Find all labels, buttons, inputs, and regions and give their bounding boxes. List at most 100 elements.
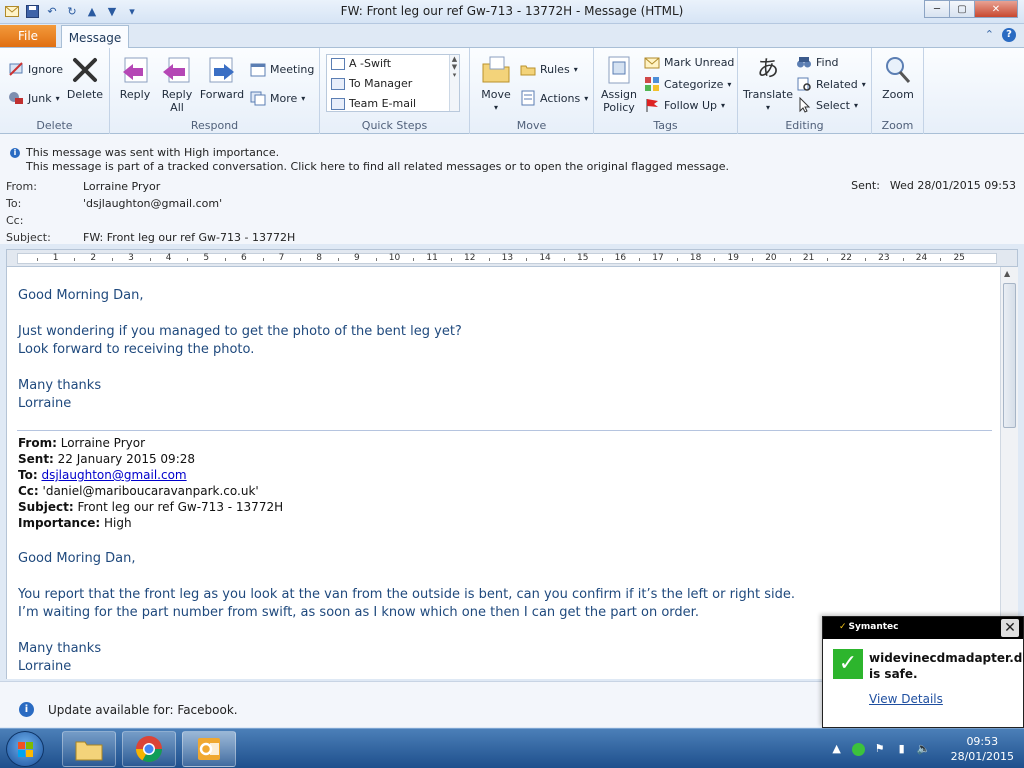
reply-all-button[interactable]: Reply All xyxy=(160,54,194,114)
help-icon[interactable]: ? xyxy=(1002,28,1016,42)
subject-row: Subject: FW: Front leg our ref Gw-713 - 1… xyxy=(6,231,296,244)
chrome-icon xyxy=(135,736,163,763)
rules-icon xyxy=(520,61,536,77)
quick-step-a-swift[interactable]: A -Swift xyxy=(331,57,391,70)
ruler-tick xyxy=(752,258,754,261)
ruler-tick xyxy=(714,258,716,261)
scrollbar-thumb[interactable] xyxy=(1003,283,1016,428)
cursor-icon xyxy=(796,96,812,113)
scroll-up-icon[interactable]: ▲ xyxy=(1004,269,1010,278)
ruler[interactable]: 1 2 3 4 5 6 7 8 9 10 11 12 13 14 15 16 17 18 19 20 21 22 23 24 2… xyxy=(6,249,1018,267)
junk-button[interactable]: Junk ▾ xyxy=(8,90,60,106)
network-icon[interactable]: ▮ xyxy=(895,742,909,756)
forward-icon xyxy=(206,54,238,86)
close-button[interactable]: ✕ xyxy=(974,0,1018,18)
ignore-button[interactable]: Ignore xyxy=(8,61,63,77)
maximize-button[interactable]: ▢ xyxy=(949,0,975,18)
move-group-label: Move xyxy=(516,119,547,132)
related-button[interactable]: Related ▾ xyxy=(796,76,866,92)
fwd-to-link[interactable]: dsjlaughton@gmail.com xyxy=(41,468,186,482)
system-tray: ▲ ⚑ ▮ 🔈 09:53 28/01/2015 xyxy=(830,729,1024,768)
ruler-tick xyxy=(488,258,490,261)
editing-group: あ Translate ▾ Find Related ▾ Select ▾ Edit… xyxy=(738,48,872,134)
respond-group: Reply Reply All Forward Meeting More ▾ Re… xyxy=(110,48,320,134)
translate-button[interactable]: あ Translate ▾ xyxy=(742,54,794,114)
fwd-cc: Cc: 'daniel@mariboucaravanpark.co.uk' xyxy=(18,484,259,498)
explorer-taskbar-button[interactable] xyxy=(62,731,116,767)
action-center-flag-icon[interactable]: ⚑ xyxy=(873,742,887,756)
zoom-button[interactable]: Zoom xyxy=(878,54,918,101)
volume-icon[interactable]: 🔈 xyxy=(917,742,931,756)
quick-steps-label: Quick Steps xyxy=(361,119,428,132)
info-icon: i xyxy=(10,148,20,158)
to-value[interactable]: 'dsjlaughton@gmail.com' xyxy=(83,197,222,210)
ruler-number: 23 xyxy=(878,253,890,263)
ruler-tick xyxy=(338,258,339,261)
rules-button[interactable]: Rules ▾ xyxy=(520,61,578,77)
tab-file[interactable]: File xyxy=(0,25,56,47)
ruler-tick xyxy=(262,258,264,261)
from-value[interactable]: Lorraine Pryor xyxy=(83,180,160,193)
importance-notice[interactable]: i This message was sent with High import… xyxy=(10,146,729,174)
signature-name: Lorraine xyxy=(18,396,72,411)
editing-group-label: Editing xyxy=(785,119,824,132)
forward-button[interactable]: Forward xyxy=(200,54,244,101)
start-button[interactable] xyxy=(6,731,44,767)
quick-step-to-manager[interactable]: To Manager xyxy=(331,77,412,90)
delete-icon xyxy=(69,54,101,86)
collapse-ribbon-icon[interactable]: ⌃ xyxy=(985,28,994,42)
mark-unread-button[interactable]: Mark Unread xyxy=(644,54,734,70)
ignore-icon xyxy=(8,61,24,77)
actions-button[interactable]: Actions ▾ xyxy=(520,90,588,106)
quick-steps-scrollbar[interactable]: ▲ ▼ ▾ xyxy=(449,55,459,111)
ruler-tick xyxy=(940,258,942,261)
ruler-tick xyxy=(149,258,151,261)
more-respond-button[interactable]: More ▾ xyxy=(250,90,305,106)
close-notification-button[interactable]: ✕ xyxy=(1001,619,1019,637)
categorize-button[interactable]: Categorize ▾ xyxy=(644,76,731,92)
policy-icon xyxy=(603,54,635,86)
more-icon xyxy=(250,90,266,106)
tab-message[interactable]: Message xyxy=(61,25,129,49)
follow-up-button[interactable]: Follow Up ▾ xyxy=(644,97,725,113)
title-bar: ↶ ↻ ▲ ▼ ▾ FW: Front leg our ref Gw-713 -… xyxy=(0,0,1024,24)
reply-button[interactable]: Reply xyxy=(118,54,152,101)
clock[interactable]: 09:53 28/01/2015 xyxy=(951,734,1014,764)
outlook-icon xyxy=(198,738,220,760)
checkmark-icon: ✓ xyxy=(833,649,863,679)
ruler-number: 6 xyxy=(241,253,247,263)
update-text[interactable]: Update available for: Facebook. xyxy=(48,703,238,717)
find-button[interactable]: Find xyxy=(796,54,839,70)
tracked-conversation-text[interactable]: This message is part of a tracked conver… xyxy=(26,160,729,174)
ruler-tick xyxy=(36,258,38,261)
move-button[interactable]: Move ▾ xyxy=(476,54,516,114)
ruler-tick xyxy=(526,258,528,261)
outlook-taskbar-button[interactable] xyxy=(182,731,236,767)
minimize-button[interactable]: ─ xyxy=(924,0,950,18)
delete-button[interactable]: Delete xyxy=(66,54,104,101)
ruler-tick xyxy=(225,258,227,261)
chrome-taskbar-button[interactable] xyxy=(122,731,176,767)
show-hidden-icons[interactable]: ▲ xyxy=(830,742,844,756)
quick-step-team-email[interactable]: Team E-mail xyxy=(331,97,416,110)
reply-all-icon xyxy=(161,54,193,86)
select-button[interactable]: Select ▾ xyxy=(796,96,858,113)
delete-group-label: Delete xyxy=(36,119,73,132)
zoom-group: Zoom Zoom xyxy=(872,48,924,134)
ruler-number: 20 xyxy=(765,253,777,263)
junk-icon xyxy=(8,90,24,106)
status-green-icon[interactable] xyxy=(851,742,865,756)
meeting-button[interactable]: Meeting xyxy=(250,61,314,77)
ruler-scale: 1 2 3 4 5 6 7 8 9 10 11 12 13 14 15 16 17 18 19 20 21 22 23 24 2… xyxy=(17,253,997,264)
view-details-link[interactable]: View Details xyxy=(869,692,943,706)
clock-time: 09:53 xyxy=(966,735,999,748)
move-group: Move ▾ Rules ▾ Actions ▾ Move xyxy=(470,48,594,134)
quick-step-icon xyxy=(331,77,345,90)
ruler-number: 24 xyxy=(915,253,928,263)
sent-row: Sent: Wed 28/01/2015 09:53 xyxy=(851,179,1016,192)
assign-policy-button[interactable]: Assign Policy xyxy=(598,54,640,114)
meeting-icon xyxy=(250,61,266,77)
related-icon xyxy=(796,76,812,92)
ruler-number: 21 xyxy=(802,253,815,263)
ruler-tick xyxy=(639,258,641,261)
